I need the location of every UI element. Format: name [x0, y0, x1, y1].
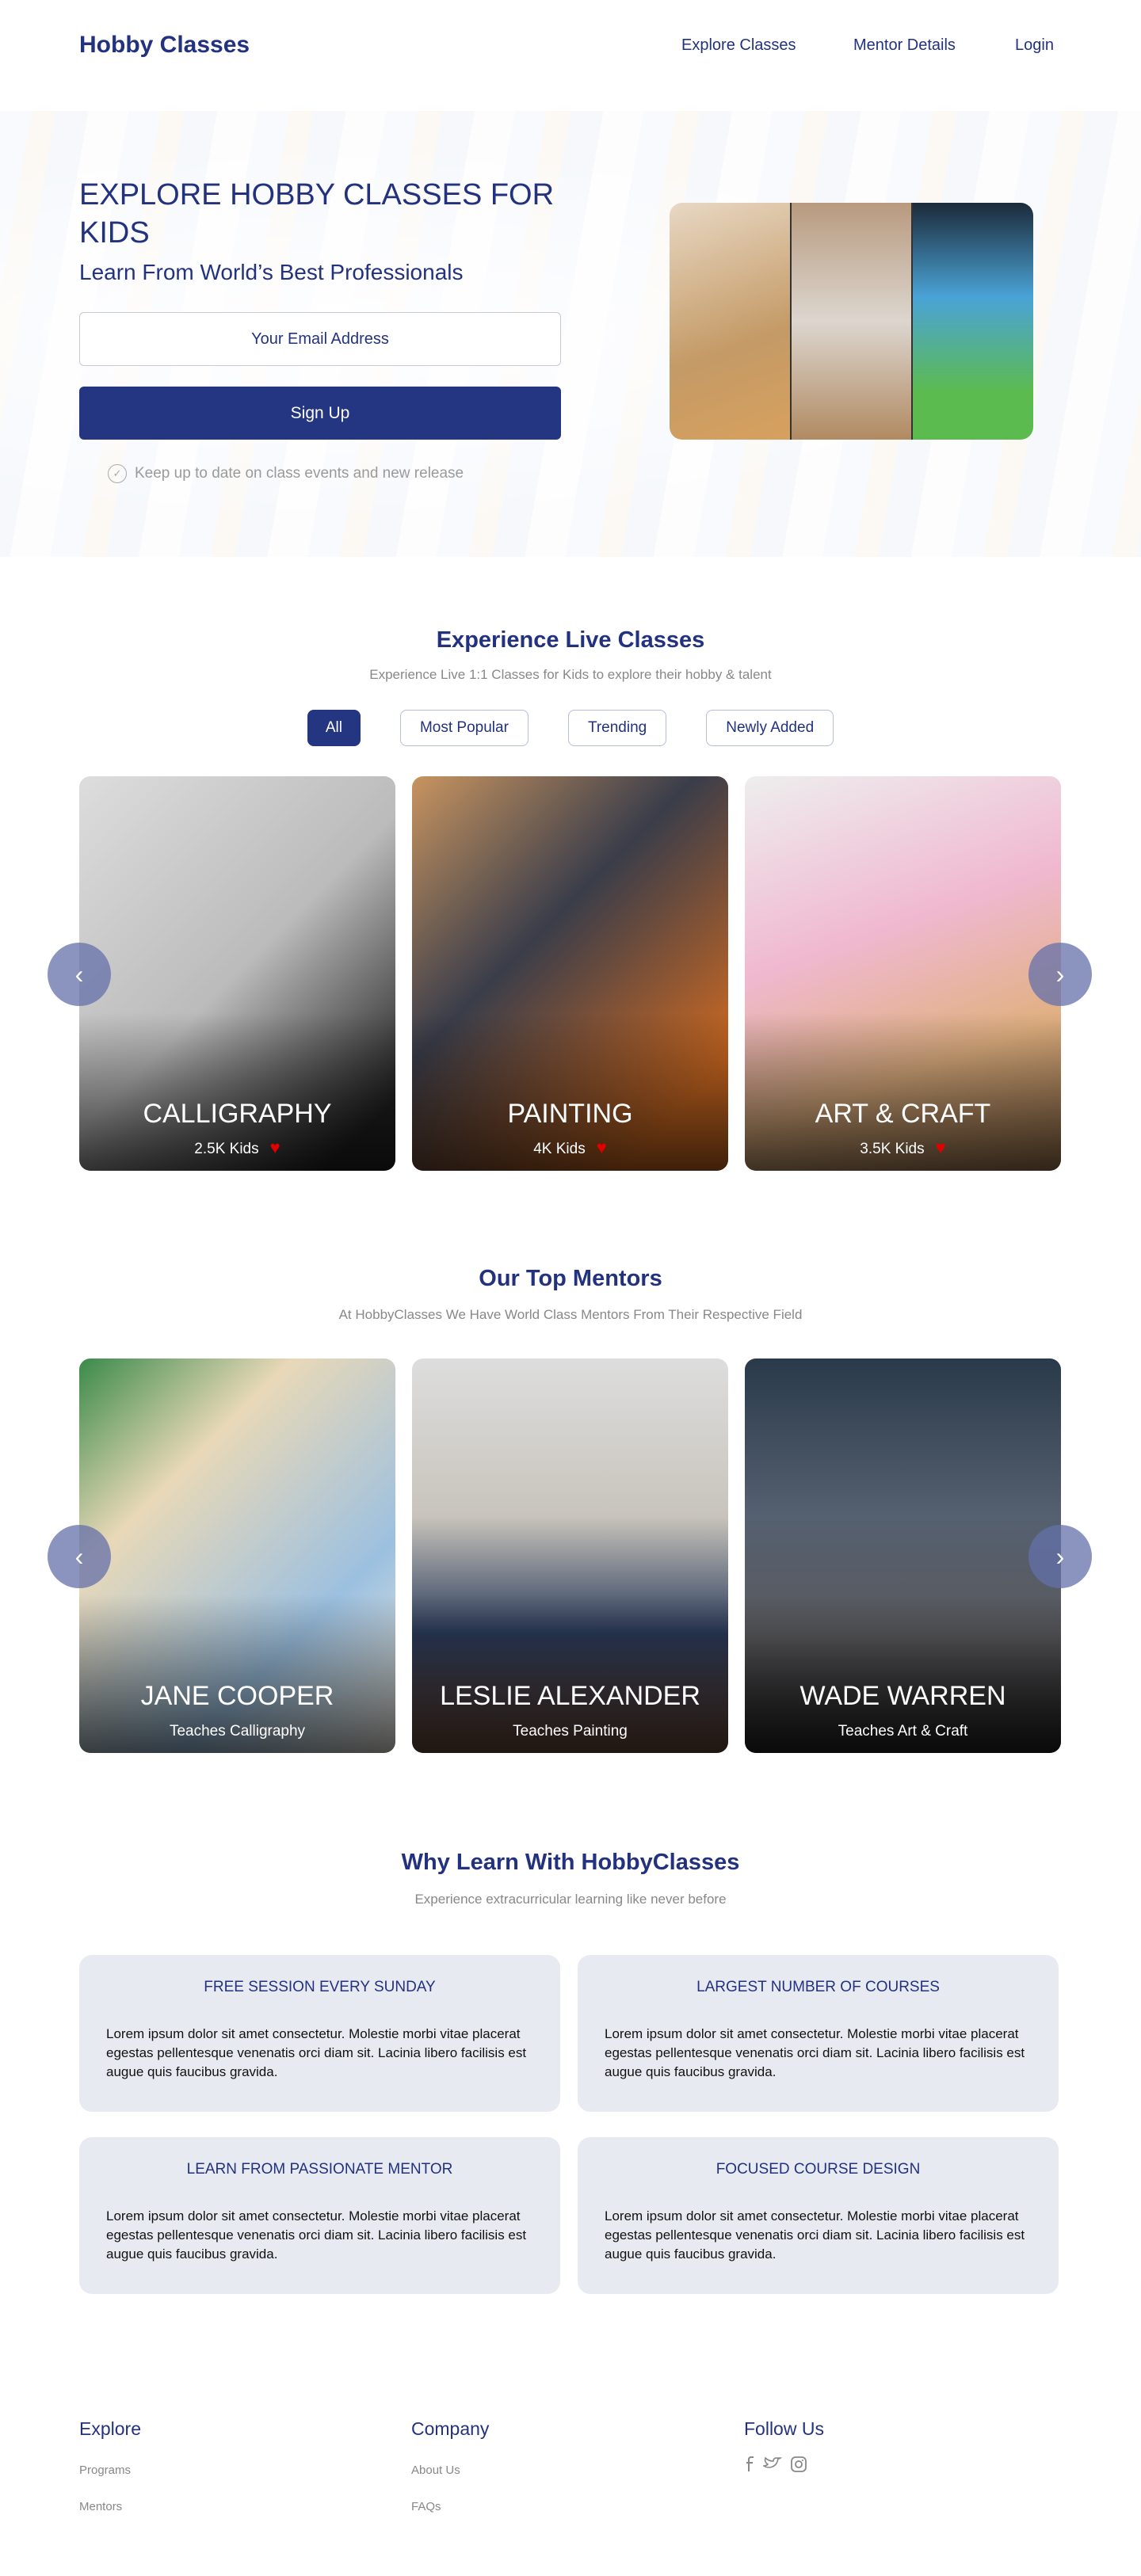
mentor-subject: Teaches Art & Craft	[838, 1723, 968, 1740]
class-card-art-craft[interactable]: ART & CRAFT 3.5K Kids ♥	[745, 776, 1061, 1171]
class-title: CALLIGRAPHY	[143, 1099, 332, 1129]
email-input[interactable]	[79, 312, 561, 366]
mentor-card-wade-warren[interactable]: WADE WARREN Teaches Art & Craft	[745, 1358, 1061, 1753]
mentors-next-button[interactable]: ›	[1028, 1525, 1092, 1588]
class-kids: 2.5K Kids	[194, 1141, 259, 1157]
chevron-right-icon: ›	[1055, 959, 1065, 989]
hero-image	[670, 203, 1033, 440]
feature-text: Lorem ipsum dolor sit amet consectetur. …	[106, 2026, 527, 2079]
footer-link-programs[interactable]: Programs	[79, 2464, 131, 2477]
feature-text: Lorem ipsum dolor sit amet consectetur. …	[605, 2208, 1025, 2262]
mentors-title: Our Top Mentors	[479, 1266, 662, 1291]
mentors-prev-button[interactable]: ‹	[48, 1525, 111, 1588]
footer-explore-heading: Explore	[79, 2418, 141, 2439]
class-title: PAINTING	[507, 1099, 633, 1129]
classes-prev-button[interactable]: ‹	[48, 943, 111, 1006]
heart-icon[interactable]: ♥	[270, 1137, 280, 1157]
mentor-name: JANE COOPER	[140, 1681, 334, 1711]
logo[interactable]: Hobby Classes	[79, 32, 250, 59]
feature-title: FOCUSED COURSE DESIGN	[716, 2161, 921, 2178]
social-links	[744, 2456, 807, 2473]
class-kids: 4K Kids	[533, 1141, 586, 1157]
feature-title: FREE SESSION EVERY SUNDAY	[204, 1979, 436, 1995]
filter-all[interactable]: All	[307, 710, 361, 746]
mentor-card-leslie-alexander[interactable]: LESLIE ALEXANDER Teaches Painting	[412, 1358, 728, 1753]
heart-icon[interactable]: ♥	[597, 1137, 607, 1157]
filter-most-popular[interactable]: Most Popular	[399, 710, 529, 746]
class-card-calligraphy[interactable]: CALLIGRAPHY 2.5K Kids ♥	[79, 776, 395, 1171]
nav-login[interactable]: Login	[1015, 36, 1054, 55]
filter-trending[interactable]: Trending	[567, 710, 667, 746]
classes-subtitle: Experience Live 1:1 Classes for Kids to …	[369, 667, 772, 682]
footer-follow-heading: Follow Us	[744, 2418, 824, 2439]
feature-title: LEARN FROM PASSIONATE MENTOR	[186, 2161, 453, 2178]
mentor-card-jane-cooper[interactable]: JANE COOPER Teaches Calligraphy	[79, 1358, 395, 1753]
footer-link-about[interactable]: About Us	[411, 2464, 460, 2477]
heart-icon[interactable]: ♥	[936, 1137, 946, 1157]
class-kids: 3.5K Kids	[860, 1141, 925, 1157]
footer-company-heading: Company	[411, 2418, 490, 2439]
feature-box: LEARN FROM PASSIONATE MENTOR Lorem ipsum …	[79, 2137, 560, 2294]
instagram-icon[interactable]	[790, 2456, 807, 2473]
mentor-subject: Teaches Calligraphy	[169, 1723, 306, 1740]
footer-link-mentors[interactable]: Mentors	[79, 2500, 122, 2513]
check-circle-icon: ✓	[108, 464, 127, 483]
hero-subtitle: Learn From World’s Best Professionals	[79, 260, 464, 284]
class-title: ART & CRAFT	[815, 1099, 991, 1129]
class-filters: All Most Popular Trending Newly Added	[0, 710, 1141, 746]
feature-box: FREE SESSION EVERY SUNDAY Lorem ipsum dol…	[79, 1955, 560, 2112]
classes-title: Experience Live Classes	[436, 627, 705, 653]
chevron-right-icon: ›	[1055, 1541, 1065, 1571]
chevron-left-icon: ‹	[74, 959, 84, 989]
feature-text: Lorem ipsum dolor sit amet consectetur. …	[605, 2026, 1025, 2079]
hero-title: EXPLORE HOBBY CLASSES FOR KIDS	[79, 178, 555, 250]
feature-title: LARGEST NUMBER OF COURSES	[696, 1979, 940, 1995]
classes-next-button[interactable]: ›	[1028, 943, 1092, 1006]
feature-text: Lorem ipsum dolor sit amet consectetur. …	[106, 2208, 527, 2262]
hero-note: ✓ Keep up to date on class events and new…	[108, 464, 464, 483]
filter-newly-added[interactable]: Newly Added	[706, 710, 834, 746]
footer-link-faqs[interactable]: FAQs	[411, 2500, 441, 2513]
facebook-icon[interactable]	[744, 2456, 755, 2473]
hero-note-text: Keep up to date on class events and new …	[135, 465, 464, 482]
nav-explore-classes[interactable]: Explore Classes	[681, 36, 796, 55]
signup-button[interactable]: Sign Up	[79, 387, 561, 440]
mentors-subtitle: At HobbyClasses We Have World Class Ment…	[338, 1307, 803, 1322]
feature-box: FOCUSED COURSE DESIGN Lorem ipsum dolor s…	[578, 2137, 1059, 2294]
chevron-left-icon: ‹	[74, 1541, 84, 1571]
why-title: Why Learn With HobbyClasses	[401, 1850, 740, 1875]
mentor-subject: Teaches Painting	[513, 1723, 628, 1740]
why-subtitle: Experience extracurricular learning like…	[414, 1892, 727, 1907]
mentor-name: LESLIE ALEXANDER	[440, 1681, 700, 1711]
class-card-painting[interactable]: PAINTING 4K Kids ♥	[412, 776, 728, 1171]
mentor-name: WADE WARREN	[799, 1681, 1006, 1711]
twitter-icon[interactable]	[763, 2456, 782, 2473]
nav-mentor-details[interactable]: Mentor Details	[853, 36, 956, 55]
feature-box: LARGEST NUMBER OF COURSES Lorem ipsum dol…	[578, 1955, 1059, 2112]
